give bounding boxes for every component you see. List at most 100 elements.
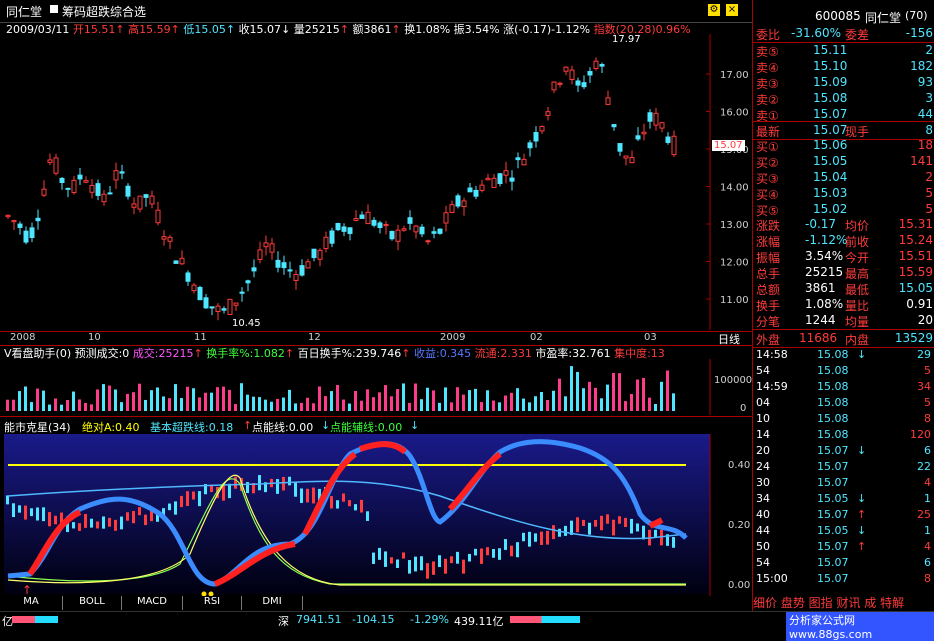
- dropdown-icon[interactable]: [50, 5, 58, 13]
- volume-bar: [534, 396, 537, 411]
- order-price: 15.05: [813, 154, 848, 168]
- energy-candle: [618, 516, 621, 524]
- buy-level-row[interactable]: 买④ 15.03 5: [753, 185, 934, 202]
- candle-body: [251, 267, 257, 272]
- candle-body: [473, 189, 479, 197]
- buy-level-row[interactable]: 买① 15.06 18: [753, 137, 934, 154]
- stat-row[interactable]: 总额 3861 最低 15.05: [753, 280, 934, 297]
- volume-bar: [342, 399, 345, 411]
- tab-dmi[interactable]: DMI: [242, 596, 303, 610]
- stat-row[interactable]: 分笔 1244 均量 20: [753, 312, 934, 329]
- buy-level-row[interactable]: 买② 15.05 141: [753, 153, 934, 170]
- period-label[interactable]: 日线: [718, 331, 740, 347]
- volume-bar: [234, 404, 237, 411]
- tick-row[interactable]: 54 15.07 6: [753, 555, 934, 571]
- tick-row[interactable]: 14 15.08 120: [753, 427, 934, 443]
- tick-row[interactable]: 14:59 15.08 34: [753, 379, 934, 395]
- volume-bar: [552, 390, 555, 411]
- tick-row[interactable]: 24 15.07 22: [753, 459, 934, 475]
- tab-boll[interactable]: BOLL: [63, 596, 122, 610]
- energy-candle: [636, 523, 639, 532]
- waipan-value: 11686: [799, 331, 838, 345]
- volume-bar: [264, 399, 267, 411]
- chart-area[interactable]: 同仁堂 筹码超跌综合选 ⚙ × 2009/03/11 开15.51↑ 高15.5…: [0, 0, 752, 626]
- stat-row[interactable]: 涨幅 -1.12% 前收 15.24: [753, 232, 934, 249]
- energy-candle: [288, 476, 291, 486]
- volume-bar: [636, 379, 639, 411]
- volume-bar: [120, 402, 123, 411]
- tick-row[interactable]: 14:58 15.08 ↓ 29: [753, 347, 934, 363]
- tick-time: 30: [756, 476, 770, 489]
- sell-level-row[interactable]: 卖③ 15.09 93: [753, 74, 934, 91]
- volume-bar: [528, 402, 531, 411]
- candle-body: [665, 136, 671, 143]
- volume-bar: [288, 389, 291, 411]
- tick-row[interactable]: 40 15.07 ↑ 25: [753, 507, 934, 523]
- date-label: 2008: [10, 332, 36, 343]
- stock-name: 同仁堂: [6, 5, 43, 19]
- tab-macd[interactable]: MACD: [122, 596, 183, 610]
- energy-item: 点能线:0.00: [252, 421, 314, 434]
- volume-bar: [642, 377, 645, 411]
- energy-candle: [660, 529, 663, 546]
- stat-value: 15.24: [898, 233, 933, 247]
- tick-row[interactable]: 15:00 15.07 8: [753, 571, 934, 587]
- candle-body: [551, 81, 557, 91]
- sell-level-row[interactable]: 卖② 15.08 3: [753, 90, 934, 107]
- date-label: 12: [308, 332, 321, 343]
- volume-bar: [174, 384, 177, 411]
- volume-chart[interactable]: 100000 0: [0, 359, 752, 415]
- stat-value: 15.31: [898, 217, 933, 231]
- price-chart[interactable]: 17.0016.0015.0014.0013.0012.0011.00: [0, 34, 752, 330]
- indicator-title[interactable]: 筹码超跌综合选: [62, 3, 146, 20]
- tick-direction-icon: ↑: [857, 508, 867, 521]
- volume-bar: [36, 388, 39, 411]
- tick-time: 50: [756, 540, 770, 553]
- tick-row[interactable]: 34 15.05 ↓ 1: [753, 491, 934, 507]
- candle-body: [257, 249, 263, 260]
- candle-body: [305, 261, 311, 269]
- volume-panel-title[interactable]: V看盘助手(0) 预测成交:0: [4, 347, 129, 359]
- buy-level-row[interactable]: 买③ 15.04 2: [753, 169, 934, 186]
- tick-volume: 4: [924, 540, 931, 553]
- order-volume: 141: [910, 154, 933, 168]
- tick-row[interactable]: 04 15.08 5: [753, 395, 934, 411]
- order-volume: 93: [917, 75, 933, 89]
- energy-candle: [414, 556, 417, 572]
- candle-body: [179, 257, 185, 265]
- sell-level-row[interactable]: 卖① 15.07 44: [753, 106, 934, 123]
- tick-volume: 5: [924, 396, 931, 409]
- tick-row[interactable]: 10 15.08 8: [753, 411, 934, 427]
- buy-level-row[interactable]: 买⑤ 15.02 5: [753, 201, 934, 218]
- candle-body: [377, 222, 383, 228]
- sell-level-row[interactable]: 卖④ 15.10 182: [753, 58, 934, 75]
- stat-row[interactable]: 换手 1.08% 量比 0.91: [753, 296, 934, 313]
- volume-bar: [648, 397, 651, 411]
- tick-row[interactable]: 30 15.07 4: [753, 475, 934, 491]
- candle-body: [125, 185, 131, 197]
- info-bar[interactable]: 细价 盘势 图指 财讯 成 特解: [753, 594, 934, 610]
- volume-bar: [144, 399, 147, 411]
- tick-row[interactable]: 50 15.07 ↑ 4: [753, 539, 934, 555]
- sell-level-row[interactable]: 卖⑤ 15.11 2: [753, 42, 934, 59]
- energy-candle: [630, 518, 633, 534]
- stat-row[interactable]: 振幅 3.54% 今开 15.51: [753, 248, 934, 265]
- tick-row[interactable]: 20 15.07 ↓ 6: [753, 443, 934, 459]
- settings-icon[interactable]: ⚙: [708, 4, 720, 16]
- site-banner[interactable]: 分析家公式网 www.88gs.com: [786, 612, 934, 641]
- energy-panel-title[interactable]: 能市克星(34): [4, 419, 71, 435]
- tick-row[interactable]: 44 15.05 ↓ 1: [753, 523, 934, 539]
- candle-body: [461, 200, 467, 208]
- energy-candle: [642, 525, 645, 540]
- tab-rsi[interactable]: RSI: [183, 596, 242, 610]
- tab-ma[interactable]: MA: [0, 596, 63, 610]
- tick-row[interactable]: 54 15.08 5: [753, 363, 934, 379]
- order-price: 15.09: [813, 75, 848, 89]
- close-icon[interactable]: ×: [726, 4, 738, 16]
- candle-body: [209, 306, 215, 309]
- energy-chart[interactable]: 0.40 0.20 0.00 ↑: [0, 434, 752, 596]
- stat-row[interactable]: 总手 25215 最高 15.59: [753, 264, 934, 281]
- candle-body: [599, 63, 605, 67]
- stat-row[interactable]: 涨跌 -0.17 均价 15.31: [753, 216, 934, 233]
- energy-candle: [48, 512, 51, 527]
